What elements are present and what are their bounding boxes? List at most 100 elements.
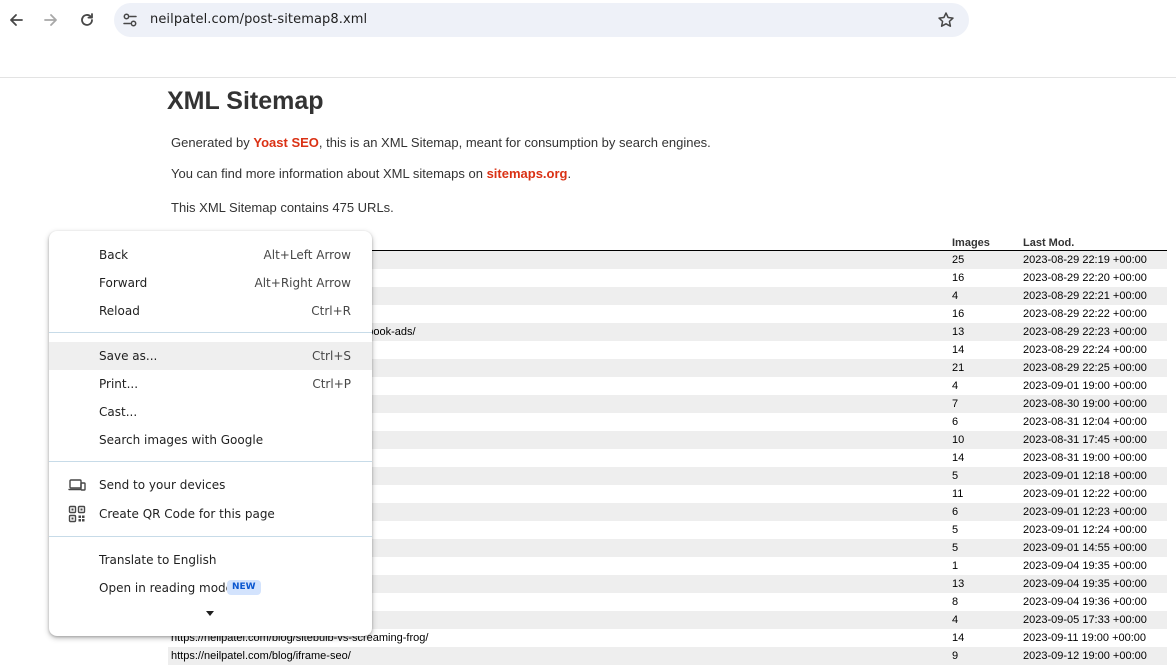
menu-label: Back	[99, 248, 129, 262]
row-images: 4	[952, 290, 959, 302]
row-lastmod: 2023-09-04 19:36 +00:00	[1023, 596, 1147, 608]
menu-shortcut: Alt+Left Arrow	[263, 248, 351, 262]
chevron-down-icon[interactable]	[206, 611, 214, 617]
row-images: 21	[952, 362, 965, 374]
menu-label: Print...	[99, 377, 139, 391]
desc2-prefix: You can find more information about XML …	[171, 166, 487, 181]
menu-item-search-images[interactable]: Search images with Google	[49, 426, 372, 454]
row-lastmod: 2023-09-04 19:35 +00:00	[1023, 578, 1147, 590]
row-lastmod: 2023-09-01 12:18 +00:00	[1023, 470, 1147, 482]
menu-item-back[interactable]: Back Alt+Left Arrow	[49, 241, 372, 269]
menu-shortcut: Ctrl+R	[311, 304, 351, 318]
row-images: 5	[952, 524, 959, 536]
desc2-suffix: .	[567, 166, 572, 181]
menu-separator	[49, 461, 372, 462]
description-generated: Generated by Yoast SEO, this is an XML S…	[171, 135, 711, 150]
row-lastmod: 2023-09-01 12:24 +00:00	[1023, 524, 1147, 536]
menu-label: Cast...	[99, 405, 138, 419]
row-images: 13	[952, 578, 965, 590]
menu-item-save-as[interactable]: Save as... Ctrl+S	[49, 342, 372, 370]
row-images: 10	[952, 434, 965, 446]
row-images: 16	[952, 308, 965, 320]
row-images: 9	[952, 650, 959, 662]
row-lastmod: 2023-08-29 22:22 +00:00	[1023, 308, 1147, 320]
row-lastmod: 2023-08-29 22:21 +00:00	[1023, 290, 1147, 302]
row-images: 6	[952, 416, 959, 428]
menu-label: Search images with Google	[99, 433, 264, 447]
page-title: XML Sitemap	[167, 87, 324, 115]
menu-label: Send to your devices	[99, 478, 226, 492]
forward-button[interactable]	[37, 6, 65, 34]
menu-item-forward[interactable]: Forward Alt+Right Arrow	[49, 269, 372, 297]
devices-icon	[68, 479, 86, 491]
context-menu: Back Alt+Left Arrow Forward Alt+Right Ar…	[49, 231, 372, 636]
row-lastmod: 2023-09-01 14:55 +00:00	[1023, 542, 1147, 554]
row-url-link[interactable]: https://neilpatel.com/blog/iframe-seo/	[171, 650, 351, 662]
row-images: 8	[952, 596, 959, 608]
menu-label: Create QR Code for this page	[99, 507, 275, 521]
sitemaps-org-link[interactable]: sitemaps.org	[487, 166, 568, 181]
menu-item-translate[interactable]: Translate to English	[49, 546, 372, 574]
row-images: 14	[952, 344, 965, 356]
menu-item-print[interactable]: Print... Ctrl+P	[49, 370, 372, 398]
menu-label: Translate to English	[99, 553, 217, 567]
row-images: 5	[952, 542, 959, 554]
star-icon[interactable]	[937, 11, 955, 29]
reload-icon	[81, 13, 93, 26]
table-row: https://neilpatel.com/blog/iframe-seo/9 2…	[168, 647, 1167, 665]
yoast-seo-link[interactable]: Yoast SEO	[253, 135, 319, 150]
row-images: 4	[952, 380, 959, 392]
row-lastmod: 2023-08-29 22:24 +00:00	[1023, 344, 1147, 356]
menu-label: Save as...	[99, 349, 158, 363]
arrow-right-icon	[44, 14, 57, 26]
row-images: 14	[952, 632, 965, 644]
tune-icon[interactable]	[122, 12, 138, 28]
row-images: 7	[952, 398, 959, 410]
arrow-left-icon	[10, 14, 23, 26]
row-images: 25	[952, 254, 965, 266]
url-text[interactable]: neilpatel.com/post-sitemap8.xml	[150, 12, 367, 27]
back-button[interactable]	[2, 6, 30, 34]
menu-separator	[49, 332, 372, 333]
menu-label: Forward	[99, 276, 148, 290]
row-lastmod: 2023-09-01 12:22 +00:00	[1023, 488, 1147, 500]
desc1-suffix: , this is an XML Sitemap, meant for cons…	[318, 135, 711, 150]
menu-item-cast[interactable]: Cast...	[49, 398, 372, 426]
row-lastmod: 2023-09-01 12:23 +00:00	[1023, 506, 1147, 518]
row-lastmod: 2023-09-04 19:35 +00:00	[1023, 560, 1147, 572]
row-lastmod: 2023-09-01 19:00 +00:00	[1023, 380, 1147, 392]
row-images: 14	[952, 452, 965, 464]
menu-item-create-qr[interactable]: Create QR Code for this page	[49, 500, 372, 528]
row-images: 4	[952, 614, 959, 626]
row-lastmod: 2023-09-11 19:00 +00:00	[1023, 632, 1147, 644]
row-lastmod: 2023-08-30 19:00 +00:00	[1023, 398, 1147, 410]
description-info: You can find more information about XML …	[171, 166, 571, 181]
menu-item-send-to-devices[interactable]: Send to your devices	[49, 471, 372, 499]
browser-toolbar: neilpatel.com/post-sitemap8.xml	[0, 0, 1176, 40]
row-images: 1	[952, 560, 959, 572]
menu-label: Open in reading mode	[99, 581, 234, 595]
row-lastmod: 2023-08-29 22:23 +00:00	[1023, 326, 1147, 338]
row-lastmod: 2023-08-31 17:45 +00:00	[1023, 434, 1147, 446]
header-lastmod: Last Mod.	[1023, 237, 1075, 249]
row-lastmod: 2023-08-29 22:20 +00:00	[1023, 272, 1147, 284]
menu-shortcut: Ctrl+P	[312, 377, 351, 391]
qr-code-icon	[68, 505, 86, 523]
row-images: 6	[952, 506, 959, 518]
row-lastmod: 2023-08-31 12:04 +00:00	[1023, 416, 1147, 428]
reload-button[interactable]	[73, 6, 101, 34]
url-count: This XML Sitemap contains 475 URLs.	[171, 200, 394, 215]
menu-separator	[49, 536, 372, 537]
desc1-prefix: Generated by	[171, 135, 254, 150]
menu-shortcut: Alt+Right Arrow	[254, 276, 351, 290]
row-lastmod: 2023-08-29 22:25 +00:00	[1023, 362, 1147, 374]
menu-item-reload[interactable]: Reload Ctrl+R	[49, 297, 372, 325]
new-badge: NEW	[227, 580, 261, 595]
menu-item-reading-mode[interactable]: Open in reading mode NEW	[49, 574, 372, 602]
address-bar[interactable]: neilpatel.com/post-sitemap8.xml	[114, 3, 969, 37]
row-lastmod: 2023-09-12 19:00 +00:00	[1023, 650, 1147, 662]
row-lastmod: 2023-09-05 17:33 +00:00	[1023, 614, 1147, 626]
row-images: 16	[952, 272, 965, 284]
header-images: Images	[952, 237, 990, 249]
row-images: 5	[952, 470, 959, 482]
